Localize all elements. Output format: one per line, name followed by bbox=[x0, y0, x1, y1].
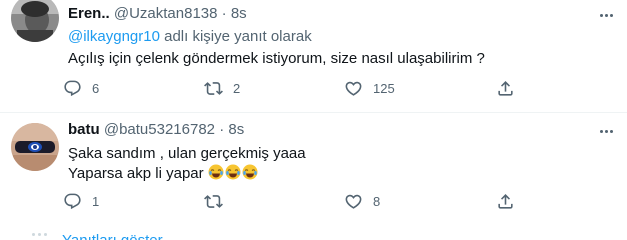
mention-link[interactable]: @ilkaygngr10 bbox=[68, 28, 160, 45]
tweet[interactable]: Eren.. @Uzaktan8138 · 8s @ilkaygngr10 ad… bbox=[0, 0, 627, 113]
face-with-tears-of-joy-icon bbox=[242, 164, 258, 180]
tweet[interactable]: batu @batu53216782 · 8s Şaka sandım , ul… bbox=[0, 113, 627, 228]
retweet-count: 2 bbox=[233, 80, 241, 96]
tweet-text-line: Yaparsa akp li yapar bbox=[68, 165, 208, 182]
like-button[interactable]: 125 bbox=[344, 77, 395, 99]
like-count: 8 bbox=[373, 193, 381, 209]
thread-dots bbox=[32, 228, 54, 240]
share-button[interactable] bbox=[496, 190, 515, 212]
reply-icon bbox=[64, 193, 81, 209]
timestamp[interactable]: 8s bbox=[228, 121, 244, 138]
retweet-icon bbox=[204, 194, 223, 208]
face-with-tears-of-joy-icon bbox=[225, 164, 241, 180]
replying-suffix: adlı kişiye yanıt olarak bbox=[159, 28, 312, 45]
heart-icon bbox=[345, 194, 362, 209]
avatar[interactable] bbox=[11, 0, 59, 42]
separator: · bbox=[221, 5, 227, 22]
like-count: 125 bbox=[373, 80, 395, 96]
reply-count: 6 bbox=[92, 80, 100, 96]
tweet-text: Açılış için çelenk göndermek istiyorum, … bbox=[68, 49, 485, 69]
face-with-tears-of-joy-icon bbox=[208, 164, 224, 180]
share-icon bbox=[498, 80, 513, 96]
timestamp[interactable]: 8s bbox=[231, 5, 247, 22]
reply-count: 1 bbox=[92, 193, 100, 209]
display-name[interactable]: Eren.. bbox=[68, 5, 110, 22]
heart-icon bbox=[345, 81, 362, 96]
tweet-header: Eren.. @Uzaktan8138 · 8s bbox=[68, 4, 247, 24]
tweet-text-line: Açılış için çelenk göndermek istiyorum, … bbox=[68, 50, 485, 67]
tweet-text: Şaka sandım , ulan gerçekmiş yaaa Yapars… bbox=[68, 144, 306, 184]
share-button[interactable] bbox=[496, 77, 515, 99]
display-name[interactable]: batu bbox=[68, 121, 100, 138]
action-bar: 1 8 bbox=[60, 190, 520, 212]
retweet-button[interactable]: 2 bbox=[204, 77, 240, 99]
like-button[interactable]: 8 bbox=[344, 190, 380, 212]
tweet-text-line-with-emoji: Yaparsa akp li yapar bbox=[68, 164, 306, 184]
action-bar: 6 2 125 bbox=[60, 77, 520, 99]
reply-button[interactable]: 1 bbox=[63, 190, 99, 212]
share-icon bbox=[498, 193, 513, 209]
retweet-icon bbox=[204, 81, 223, 95]
replying-to: @ilkaygngr10 adlı kişiye yanıt olarak bbox=[68, 27, 312, 47]
retweet-button[interactable] bbox=[204, 190, 233, 212]
more-options-icon[interactable] bbox=[597, 122, 615, 140]
more-options-icon[interactable] bbox=[597, 6, 615, 24]
show-replies-link[interactable]: Yanıtları göster bbox=[62, 231, 163, 240]
tweet-text-line: Şaka sandım , ulan gerçekmiş yaaa bbox=[68, 145, 306, 162]
separator: · bbox=[219, 121, 225, 138]
reply-button[interactable]: 6 bbox=[63, 77, 99, 99]
avatar[interactable] bbox=[11, 123, 59, 171]
tweet-header: batu @batu53216782 · 8s bbox=[68, 120, 244, 140]
handle[interactable]: @batu53216782 bbox=[104, 121, 215, 138]
reply-icon bbox=[64, 80, 81, 96]
handle[interactable]: @Uzaktan8138 bbox=[114, 5, 218, 22]
